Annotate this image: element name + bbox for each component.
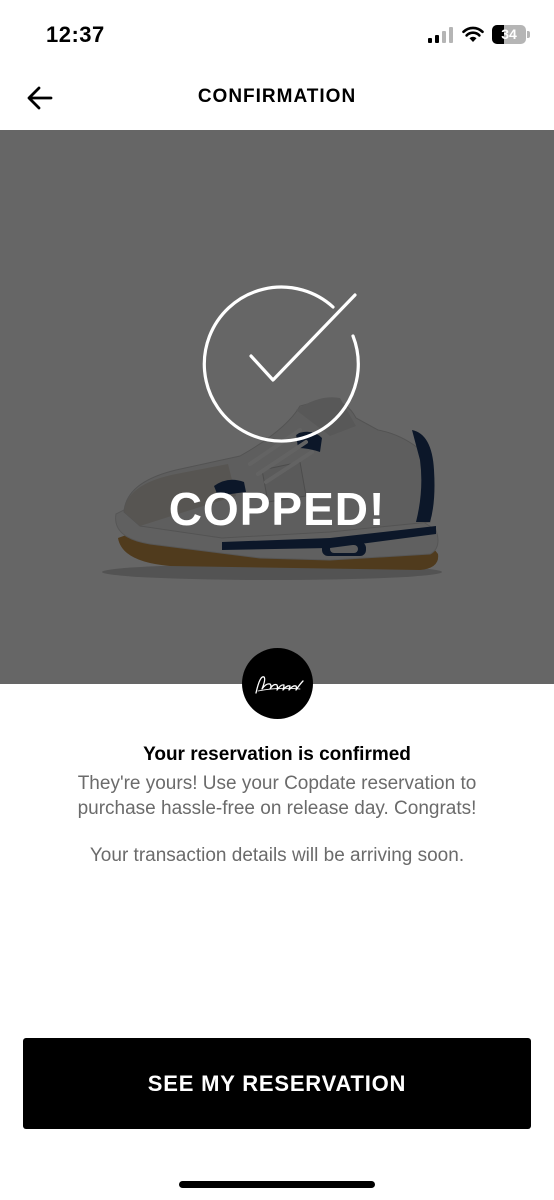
status-bar: 12:37 34 bbox=[0, 0, 554, 64]
signature-logo-mark bbox=[254, 675, 304, 694]
see-my-reservation-label: SEE MY RESERVATION bbox=[147, 1070, 407, 1096]
signature-logo bbox=[242, 648, 313, 719]
battery-tip bbox=[527, 31, 530, 38]
signal-icon bbox=[428, 27, 453, 43]
battery-icon: 34 bbox=[492, 25, 526, 44]
hero-banner: COPPED! bbox=[0, 130, 554, 684]
nav-header: CONFIRMATION bbox=[0, 64, 554, 130]
page-title: CONFIRMATION bbox=[197, 86, 357, 107]
home-indicator[interactable] bbox=[179, 1181, 375, 1188]
status-time: 12:37 bbox=[46, 22, 105, 47]
transaction-note: Your transaction details will be arrivin… bbox=[89, 845, 465, 866]
confirmation-heading: Your reservation is confirmed bbox=[143, 744, 411, 765]
battery-level: 34 bbox=[501, 26, 517, 42]
see-my-reservation-button[interactable]: SEE MY RESERVATION bbox=[23, 1038, 531, 1129]
hero-headline: COPPED! bbox=[168, 483, 386, 535]
wifi-icon bbox=[462, 26, 484, 42]
confirmation-message: They're yours! Use your Copdate reservat… bbox=[77, 773, 477, 819]
checkmark-circle-icon bbox=[202, 285, 360, 443]
